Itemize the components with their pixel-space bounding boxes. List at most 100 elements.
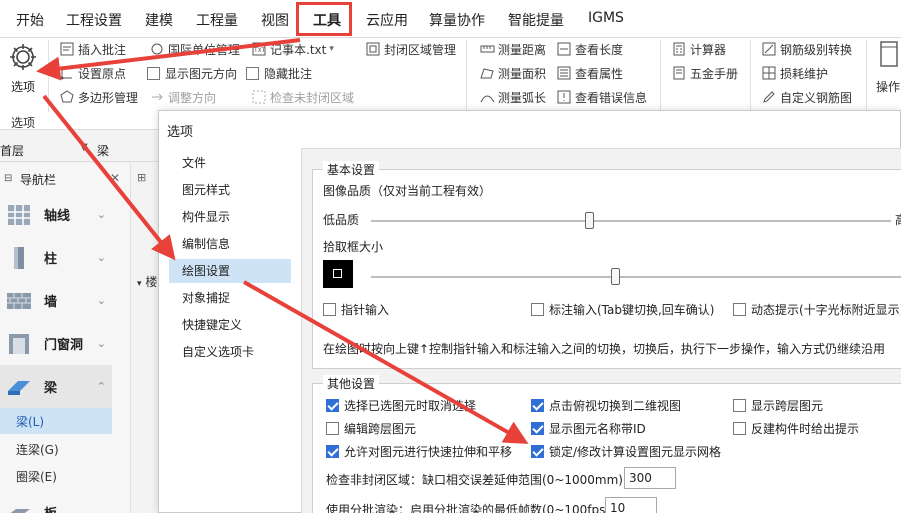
- view-length-button[interactable]: 查看长度: [557, 40, 623, 58]
- measure-arc-button[interactable]: 测量弧长: [480, 88, 546, 106]
- view-attr-button[interactable]: 查看属性: [557, 64, 623, 82]
- beam-icon: [8, 380, 30, 395]
- gap-range-input[interactable]: 300: [624, 467, 676, 489]
- pin-icon[interactable]: ✕: [110, 171, 120, 185]
- set-origin-button[interactable]: 设置原点: [60, 64, 126, 82]
- show-direction-checkbox[interactable]: 显示图元方向: [147, 64, 237, 82]
- chevron-down-icon: ▾: [329, 44, 334, 54]
- dimension-input-checkbox[interactable]: 标注输入(Tab键切换,回车确认): [531, 301, 715, 318]
- nav-subitem-link-beam[interactable]: 连梁(G): [16, 441, 59, 458]
- chevron-up-icon: ⌃: [96, 380, 106, 393]
- note-icon: [60, 42, 74, 56]
- loss-maint-button[interactable]: 损耗维护: [762, 64, 828, 82]
- ribbon-separator: [48, 40, 49, 112]
- menu-view[interactable]: 视图: [261, 10, 289, 30]
- nav-item-slab[interactable]: 板 ⌄: [0, 491, 112, 513]
- dialog-nav: 文件 图元样式 构件显示 编制信息 绘图设置 对象捕捉 快捷键定义 自定义选项卡: [169, 151, 291, 513]
- adjust-direction-button[interactable]: 调整方向: [150, 88, 216, 106]
- dialog-content: 基本设置 图像品质（仅对当前工程有效） 低品质 高 拾取框大小 指针输入 标注输…: [301, 148, 901, 513]
- pointer-input-checkbox[interactable]: 指针输入: [323, 301, 389, 318]
- options-button[interactable]: 选项: [11, 78, 35, 95]
- menu-cloud[interactable]: 云应用: [366, 10, 408, 30]
- floor-bar: 首层 ▼ 梁: [0, 138, 160, 162]
- opt-show-cross-floor[interactable]: 显示跨层图元: [733, 397, 823, 414]
- view-error-button[interactable]: 查看错误信息: [557, 88, 647, 106]
- measure-distance-button[interactable]: 测量距离: [480, 40, 546, 58]
- checkbox-icon: [326, 399, 339, 412]
- opt-topview-2d[interactable]: 点击俯视切换到二维视图: [531, 397, 681, 414]
- menu-collab[interactable]: 算量协作: [429, 10, 485, 30]
- polygon-button[interactable]: 多边形管理: [60, 88, 138, 106]
- menu-quantity[interactable]: 工程量: [196, 10, 238, 30]
- opt-reverse-build-hint[interactable]: 反建构件时给出提示: [733, 420, 859, 437]
- slab-icon: [10, 508, 30, 513]
- image-quality-thumb[interactable]: [585, 212, 595, 229]
- menu-igms[interactable]: IGMS: [588, 10, 624, 26]
- collapse-icon[interactable]: ⊟: [4, 173, 12, 184]
- gear-icon[interactable]: [6, 40, 40, 74]
- adjust-icon: [152, 93, 163, 101]
- hardware-manual-button[interactable]: 五金手册: [672, 64, 738, 82]
- dynamic-hint-checkbox[interactable]: 动态提示(十字光标附近显示): [733, 301, 901, 318]
- nav-item-door-window[interactable]: 门窗洞 ⌄: [0, 322, 112, 365]
- notepad-button[interactable]: TXT 记事本.txt ▾: [252, 40, 334, 58]
- menu-modeling[interactable]: 建模: [145, 10, 173, 30]
- nav-subitem-beam-l[interactable]: 梁(L): [16, 413, 44, 430]
- nav-item-axis[interactable]: 轴线 ⌄: [0, 193, 112, 236]
- image-quality-slider[interactable]: [371, 220, 891, 222]
- dialog-nav-component-display[interactable]: 构件显示: [169, 205, 291, 229]
- custom-rebar-button[interactable]: 自定义钢筋图: [762, 88, 852, 106]
- area-icon: [480, 68, 494, 79]
- txt-file-icon: TXT: [252, 42, 266, 56]
- menu-project-settings[interactable]: 工程设置: [66, 10, 122, 30]
- batch-render-label: 使用分批渲染：启用分批渲染的最低帧数(0~100fps):: [326, 503, 615, 513]
- checkbox-icon: [326, 445, 339, 458]
- intl-unit-button[interactable]: 国际单位管理: [150, 40, 240, 58]
- component-select[interactable]: 梁: [97, 142, 109, 159]
- rebar-level-button[interactable]: 钢筋级别转换: [762, 40, 852, 58]
- measure-area-button[interactable]: 测量面积: [480, 64, 546, 82]
- dialog-nav-file[interactable]: 文件: [169, 151, 291, 175]
- nav-item-beam[interactable]: 梁 ⌃: [0, 365, 112, 408]
- chevron-down-icon[interactable]: ▼: [80, 142, 88, 153]
- pick-box-preview: [323, 260, 353, 288]
- check-unclosed-button[interactable]: 检查未封闭区域: [252, 88, 354, 106]
- insert-batch-button[interactable]: 插入批注: [60, 40, 126, 58]
- dialog-nav-shortcuts[interactable]: 快捷键定义: [169, 313, 291, 337]
- chevron-down-icon: ⌄: [96, 251, 106, 264]
- menu-smart[interactable]: 智能提量: [508, 10, 564, 30]
- dialog-nav-compile-info[interactable]: 编制信息: [169, 232, 291, 256]
- dialog-nav-object-snap[interactable]: 对象捕捉: [169, 286, 291, 310]
- operate-icon[interactable]: [878, 40, 900, 70]
- svg-text:TXT: TXT: [253, 47, 266, 54]
- dialog-nav-element-style[interactable]: 图元样式: [169, 178, 291, 202]
- opt-show-name-id[interactable]: 显示图元名称带ID: [531, 420, 646, 437]
- checkbox-icon: [531, 399, 544, 412]
- opt-quick-stretch[interactable]: 允许对图元进行快速拉伸和平移: [326, 443, 512, 460]
- checkbox-icon: [326, 422, 339, 435]
- opt-edit-cross-floor[interactable]: 编辑跨层图元: [326, 420, 416, 437]
- hide-batch-checkbox[interactable]: 隐藏批注: [246, 64, 312, 82]
- batch-render-input[interactable]: 10: [605, 497, 657, 513]
- calculator-button[interactable]: 计算器: [672, 40, 726, 58]
- nav-item-wall[interactable]: 墙 ⌄: [0, 279, 112, 322]
- wall-icon: [7, 292, 31, 309]
- checkbox-icon: [323, 303, 336, 316]
- nav-item-column[interactable]: 柱 ⌄: [0, 236, 112, 279]
- opt-lock-grid[interactable]: 锁定/修改计算设置图元显示网格: [531, 443, 721, 460]
- menu-start[interactable]: 开始: [16, 10, 44, 30]
- pick-box-thumb[interactable]: [610, 268, 620, 285]
- nav-subitem-ring-beam[interactable]: 圈梁(E): [16, 468, 57, 485]
- tree-node[interactable]: ▾ 楼: [137, 273, 157, 290]
- menu-tools-highlight: [296, 2, 352, 36]
- closed-region-button[interactable]: 封闭区域管理: [366, 40, 456, 58]
- dialog-nav-custom-tab[interactable]: 自定义选项卡: [169, 340, 291, 364]
- dialog-nav-drawing-settings[interactable]: 绘图设置: [169, 259, 291, 283]
- pick-box-slider[interactable]: [371, 276, 901, 278]
- operate-button[interactable]: 操作: [876, 78, 900, 95]
- ribbon-separator: [660, 40, 661, 112]
- nav-title: 导航栏: [20, 173, 57, 187]
- floor-select[interactable]: 首层: [0, 142, 24, 159]
- opt-deselect-selected[interactable]: 选择已选图元时取消选择: [326, 397, 476, 414]
- tree-scroll-icon[interactable]: ⊞: [137, 171, 146, 184]
